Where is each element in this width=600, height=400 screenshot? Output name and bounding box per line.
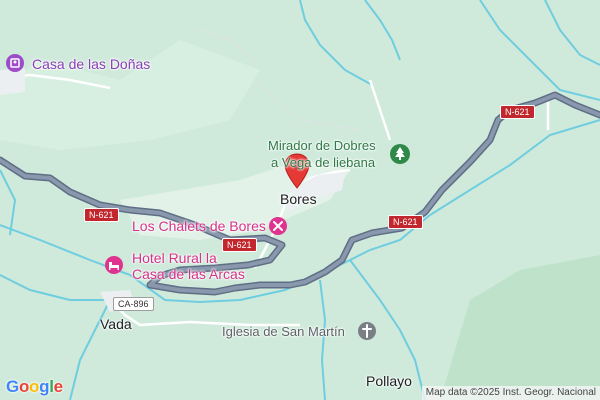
lodging-icon[interactable] xyxy=(5,53,25,73)
river xyxy=(364,0,401,61)
town-pollayo[interactable]: Pollayo xyxy=(366,373,412,389)
forest-area xyxy=(440,255,600,400)
tools-icon[interactable] xyxy=(268,216,288,236)
river xyxy=(69,299,111,400)
poi-mirador-line1[interactable]: Mirador de Dobres xyxy=(268,138,376,153)
town-vada[interactable]: Vada xyxy=(100,316,132,332)
poi-casa-de-las-donas[interactable]: Casa de las Doñas xyxy=(32,56,150,72)
poi-iglesia-de-san-martin[interactable]: Iglesia de San Martín xyxy=(222,324,345,339)
cross-icon[interactable] xyxy=(357,321,377,341)
river xyxy=(0,274,110,301)
road-shield-n621: N-621 xyxy=(500,105,535,119)
road-shield-n621: N-621 xyxy=(222,238,257,252)
road-shield-n621: N-621 xyxy=(388,215,423,229)
river xyxy=(479,0,600,101)
town-bores[interactable]: Bores xyxy=(280,191,317,207)
google-logo[interactable]: Google xyxy=(6,377,63,397)
river xyxy=(319,279,327,400)
river xyxy=(299,0,373,86)
road-shield-n621: N-621 xyxy=(84,208,119,222)
poi-hotel-line1[interactable]: Hotel Rural la xyxy=(132,250,217,266)
bed-icon[interactable] xyxy=(104,255,124,275)
river xyxy=(544,0,600,66)
tree-icon[interactable] xyxy=(389,143,411,165)
minor-road xyxy=(368,79,392,141)
map-attribution[interactable]: Map data ©2025 Inst. Geogr. Nacional xyxy=(421,386,600,400)
poi-hotel-line2[interactable]: Casa de las Arcas xyxy=(132,266,245,282)
poi-mirador-line2[interactable]: a Vega de liebana xyxy=(271,155,375,170)
track xyxy=(254,79,361,131)
poi-los-chalets-de-bores[interactable]: Los Chalets de Bores xyxy=(132,218,266,234)
road-shield-ca896: CA-896 xyxy=(113,297,154,311)
